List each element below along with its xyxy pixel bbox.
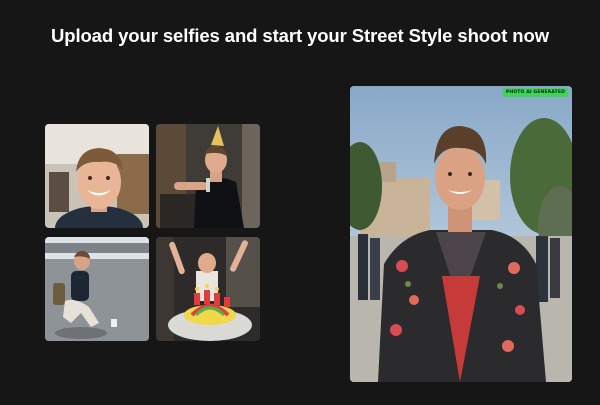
page-headline: Upload your selfies and start your Stree…	[50, 25, 549, 46]
selfie-thumbnail-1	[45, 124, 149, 228]
selfie-thumbnail-3	[45, 237, 149, 341]
ai-generated-badge: PHOTO AI GENERATED	[502, 88, 568, 97]
party-hat-man-photo-icon	[156, 124, 260, 228]
smiling-man-photo-icon	[45, 124, 149, 228]
selfie-thumbnail-4	[156, 237, 260, 341]
crouching-man-street-photo-icon	[45, 237, 149, 341]
selfie-thumbnail-2	[156, 124, 260, 228]
birthday-cake-photo-icon	[156, 237, 260, 341]
generated-photo: PHOTO AI GENERATED	[350, 86, 572, 382]
street-style-portrait-icon	[350, 86, 572, 382]
